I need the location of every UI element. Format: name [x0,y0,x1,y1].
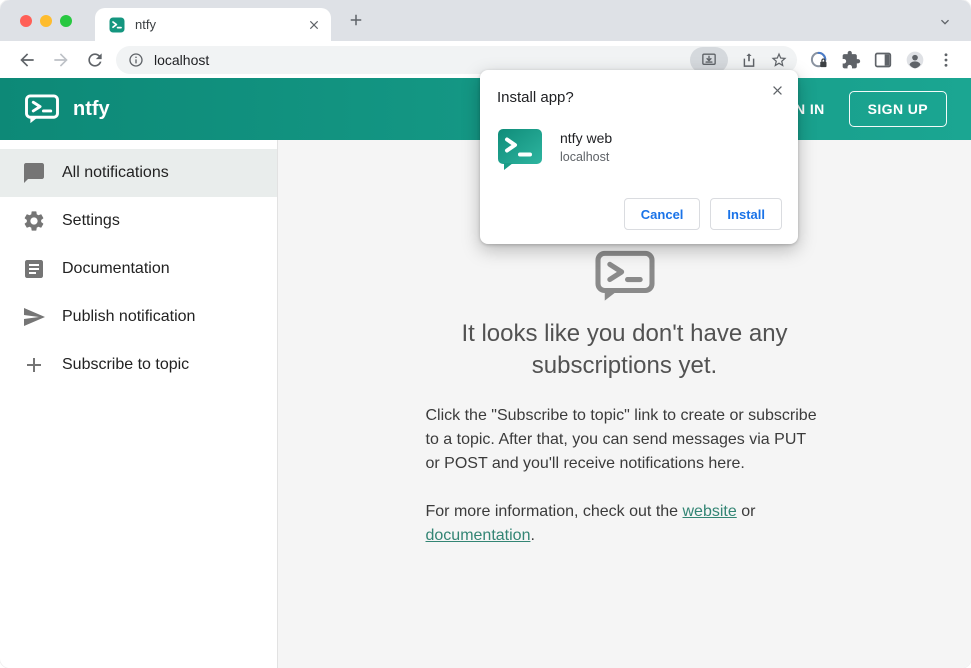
ntfy-logo-icon [25,93,59,123]
close-window-button[interactable] [20,15,32,27]
puzzle-icon [842,50,861,68]
browser-menu-button[interactable] [937,51,955,69]
ntfy-favicon-icon [109,17,125,32]
dialog-app-row: ntfy web localhost [497,129,782,171]
site-info-icon[interactable] [128,52,144,68]
profile-button[interactable] [905,50,925,70]
sign-up-button[interactable]: SIGN UP [848,91,947,127]
star-icon [771,52,787,67]
more-info-middle: or [736,502,756,520]
sidebar-item-label: Documentation [62,260,170,277]
password-manager-extension-button[interactable] [809,50,829,70]
dialog-app-name: ntfy web [560,130,613,146]
install-button[interactable]: Install [710,198,782,230]
sidebar-item-label: All notifications [62,164,169,181]
side-panel-icon [874,52,892,67]
sidebar-item-all-notifications[interactable]: All notifications [0,149,277,197]
dialog-app-info: ntfy web localhost [560,129,612,164]
dialog-actions: Cancel Install [623,198,782,230]
more-info-paragraph: For more information, check out the webs… [426,500,824,548]
bookmark-star-button[interactable] [770,51,788,69]
password-manager-icon [810,51,827,67]
chat-bubble-icon [24,163,44,183]
ntfy-empty-state-icon [594,250,655,301]
sidebar-item-subscribe-to-topic[interactable]: Subscribe to topic [0,341,277,389]
browser-window: ntfy localhost ntfy IN SIGN UP All notif… [0,0,971,668]
article-icon [25,260,43,278]
sidebar-item-label: Publish notification [62,308,196,325]
dialog-title: Install app? [497,89,574,106]
more-info-suffix: . [530,526,535,544]
forward-button[interactable] [51,50,71,70]
sidebar-item-settings[interactable]: Settings [0,197,277,245]
zoom-window-button[interactable] [60,15,72,27]
tab-search-chevron-icon[interactable] [937,14,953,30]
app-title: ntfy [73,97,110,120]
more-info-prefix: For more information, check out the [425,502,683,520]
empty-state-heading: It looks like you don't have any subscri… [461,320,788,379]
sidebar-item-publish-notification[interactable]: Publish notification [0,293,277,341]
url-text[interactable]: localhost [154,52,690,68]
dialog-app-origin: localhost [560,150,610,164]
cancel-button[interactable]: Cancel [623,198,701,230]
instructions-paragraph: Click the "Subscribe to topic" link to c… [425,406,817,472]
install-app-dialog: Install app? ntfy web localhost Cancel I… [480,70,798,244]
share-button[interactable] [740,51,758,69]
sidebar-item-label: Settings [62,212,120,229]
documentation-link[interactable]: documentation [426,527,531,544]
back-button[interactable] [17,50,37,70]
macos-traffic-lights [20,15,72,27]
reload-button[interactable] [85,50,105,70]
tab-close-icon[interactable] [307,18,321,32]
minimize-window-button[interactable] [40,15,52,27]
browser-tab[interactable]: ntfy [95,8,331,41]
tab-title: ntfy [135,17,156,32]
plus-icon [27,358,41,372]
empty-state-text: Click the "Subscribe to topic" link to c… [426,404,824,548]
share-icon [743,52,755,67]
install-app-button[interactable] [690,46,728,73]
three-dots-icon [944,52,948,67]
send-icon [24,308,45,326]
dialog-close-icon[interactable] [770,83,785,98]
gear-icon [24,211,44,231]
website-link[interactable]: website [683,503,737,520]
sidebar-item-label: Subscribe to topic [62,356,190,373]
sidebar-item-documentation[interactable]: Documentation [0,245,277,293]
new-tab-button[interactable] [347,11,365,29]
install-app-icon [702,52,716,65]
tab-strip: ntfy [0,0,971,41]
avatar-icon [906,51,924,68]
sidebar: All notifications Settings Documentation… [0,140,278,668]
side-panel-button[interactable] [873,50,893,70]
ntfy-app-icon [498,129,542,170]
extensions-button[interactable] [841,50,861,70]
